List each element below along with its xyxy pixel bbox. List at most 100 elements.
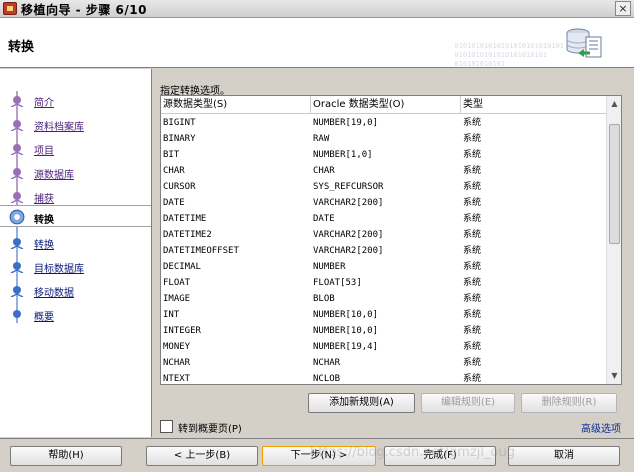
table-row[interactable]: DATETIMEOFFSET VARCHAR2[200] 系统 (161, 243, 607, 259)
type-cell: 系统 (463, 246, 482, 256)
oracle-type-cell: BLOB (313, 294, 335, 304)
table-row[interactable]: DECIMAL NUMBER 系统 (161, 259, 607, 275)
step-done-icon (10, 144, 24, 155)
advanced-options-link[interactable]: 高级选项 (581, 420, 621, 435)
step-label: 捕获 (34, 194, 54, 205)
table-row[interactable]: BIGINT NUMBER[19,0] 系统 (161, 115, 607, 131)
step-future-icon (10, 262, 24, 273)
sidebar-item-summary[interactable]: 概要 (0, 303, 151, 325)
step-future-icon (13, 310, 21, 318)
column-header-type[interactable]: 类型 (461, 96, 607, 114)
step-label: 移动数据 (34, 288, 74, 299)
source-type-cell: NCHAR (163, 358, 191, 368)
step-label: 目标数据库 (34, 264, 84, 275)
table-row[interactable]: MONEY NUMBER[19,4] 系统 (161, 339, 607, 355)
app-icon (3, 2, 17, 15)
sidebar-item-repository[interactable]: 资料档案库 (0, 113, 151, 135)
oracle-type-cell: NCLOB (313, 374, 341, 384)
table-header: 源数据类型(S) Oracle 数据类型(O) 类型 (161, 96, 607, 114)
step-label: 资料档案库 (34, 122, 84, 133)
step-label: 转换 (34, 215, 54, 226)
table-row[interactable]: CHAR CHAR 系统 (161, 163, 607, 179)
oracle-type-cell: NUMBER[19,0] (313, 118, 379, 128)
table-row[interactable]: CURSOR SYS_REFCURSOR 系统 (161, 179, 607, 195)
oracle-type-cell: VARCHAR2[200] (313, 230, 384, 240)
close-icon[interactable]: × (615, 1, 631, 16)
table-row[interactable]: BIT NUMBER[1,0] 系统 (161, 147, 607, 163)
oracle-type-cell: NUMBER[1,0] (313, 150, 373, 160)
type-cell: 系统 (463, 278, 482, 288)
source-type-cell: DATETIMEOFFSET (163, 246, 239, 256)
table-row[interactable]: DATETIME DATE 系统 (161, 211, 607, 227)
oracle-type-cell: RAW (313, 134, 330, 144)
binary-decoration: 01010101010101010101010101 0101010101010… (454, 42, 564, 68)
back-button[interactable]: < 上一步(B) (146, 446, 258, 466)
type-cell: 系统 (463, 342, 482, 352)
delete-rule-button[interactable]: 删除规则(R) (521, 393, 617, 413)
table-row[interactable]: DATETIME2 VARCHAR2[200] 系统 (161, 227, 607, 243)
edit-rule-button[interactable]: 编辑规则(E) (421, 393, 515, 413)
type-cell: 系统 (463, 326, 482, 336)
table-row[interactable]: NTEXT NCLOB 系统 (161, 371, 607, 384)
sidebar-item-intro[interactable]: 简介 (0, 89, 151, 111)
step-label: 源数据库 (34, 170, 74, 181)
vertical-scrollbar[interactable]: ▲ ▼ (606, 96, 621, 384)
step-label: 概要 (34, 312, 54, 323)
scroll-thumb[interactable] (609, 124, 620, 244)
table-row[interactable]: IMAGE BLOB 系统 (161, 291, 607, 307)
type-cell: 系统 (463, 214, 482, 224)
table-row[interactable]: INT NUMBER[10,0] 系统 (161, 307, 607, 323)
source-type-cell: DATE (163, 198, 185, 208)
oracle-type-cell: FLOAT[53] (313, 278, 362, 288)
step-done-icon (10, 120, 24, 131)
table-row[interactable]: NCHAR NCHAR 系统 (161, 355, 607, 371)
type-cell: 系统 (463, 134, 482, 144)
type-cell: 系统 (463, 150, 482, 160)
type-cell: 系统 (463, 294, 482, 304)
table-row[interactable]: BINARY RAW 系统 (161, 131, 607, 147)
source-type-cell: INTEGER (163, 326, 201, 336)
sidebar-item-move-data[interactable]: 移动数据 (0, 279, 151, 301)
source-type-cell: NTEXT (163, 374, 191, 384)
scroll-down-icon[interactable]: ▼ (608, 369, 621, 383)
goto-summary-checkbox[interactable] (160, 420, 173, 433)
table-body: BIGINT NUMBER[19,0] 系统 BINARY RAW 系统 BIT NUMBER… (161, 115, 607, 384)
type-cell: 系统 (463, 374, 482, 384)
table-row[interactable]: INTEGER NUMBER[10,0] 系统 (161, 323, 607, 339)
column-header-oracle-type[interactable]: Oracle 数据类型(O) (311, 96, 461, 114)
sidebar-item-source-db[interactable]: 源数据库 (0, 161, 151, 183)
help-button[interactable]: 帮助(H) (10, 446, 122, 466)
scroll-up-icon[interactable]: ▲ (608, 97, 621, 111)
type-cell: 系统 (463, 118, 482, 128)
source-type-cell: DATETIME (163, 214, 207, 224)
step-label: 转换 (34, 240, 54, 251)
oracle-type-cell: VARCHAR2[200] (313, 198, 384, 208)
finish-button[interactable]: 完成(F) (384, 446, 496, 466)
source-type-cell: CURSOR (163, 182, 196, 192)
type-cell: 系统 (463, 310, 482, 320)
table-row[interactable]: DATE VARCHAR2[200] 系统 (161, 195, 607, 211)
page-header: 转换 01010101010101010101010101 0101010101… (0, 18, 634, 68)
sidebar-item-target-db[interactable]: 目标数据库 (0, 255, 151, 277)
step-future-icon (10, 286, 24, 297)
goto-summary-label: 转到概要页(P) (178, 424, 242, 435)
window-title: 移植向导 - 步骤 6/10 (21, 3, 147, 17)
step-future-icon (10, 238, 24, 249)
table-row[interactable]: FLOAT FLOAT[53] 系统 (161, 275, 607, 291)
add-rule-button[interactable]: 添加新规则(A) (308, 393, 415, 413)
type-cell: 系统 (463, 198, 482, 208)
cancel-button[interactable]: 取消 (508, 446, 620, 466)
source-type-cell: CHAR (163, 166, 185, 176)
source-type-cell: INT (163, 310, 180, 320)
sidebar-item-convert-current[interactable]: 转换 (0, 205, 151, 227)
column-header-source-type[interactable]: 源数据类型(S) (161, 96, 311, 114)
sidebar-item-translate[interactable]: 转换 (0, 231, 151, 253)
binary-line: 010101010101 (454, 60, 505, 68)
oracle-type-cell: NCHAR (313, 358, 341, 368)
type-cell: 系统 (463, 358, 482, 368)
sidebar-item-capture[interactable]: 捕获 (0, 185, 151, 207)
sidebar-item-project[interactable]: 项目 (0, 137, 151, 159)
next-button[interactable]: 下一步(N) > (262, 446, 376, 466)
title-bar: 移植向导 - 步骤 6/10 × (0, 0, 634, 18)
source-type-cell: FLOAT (163, 278, 191, 288)
